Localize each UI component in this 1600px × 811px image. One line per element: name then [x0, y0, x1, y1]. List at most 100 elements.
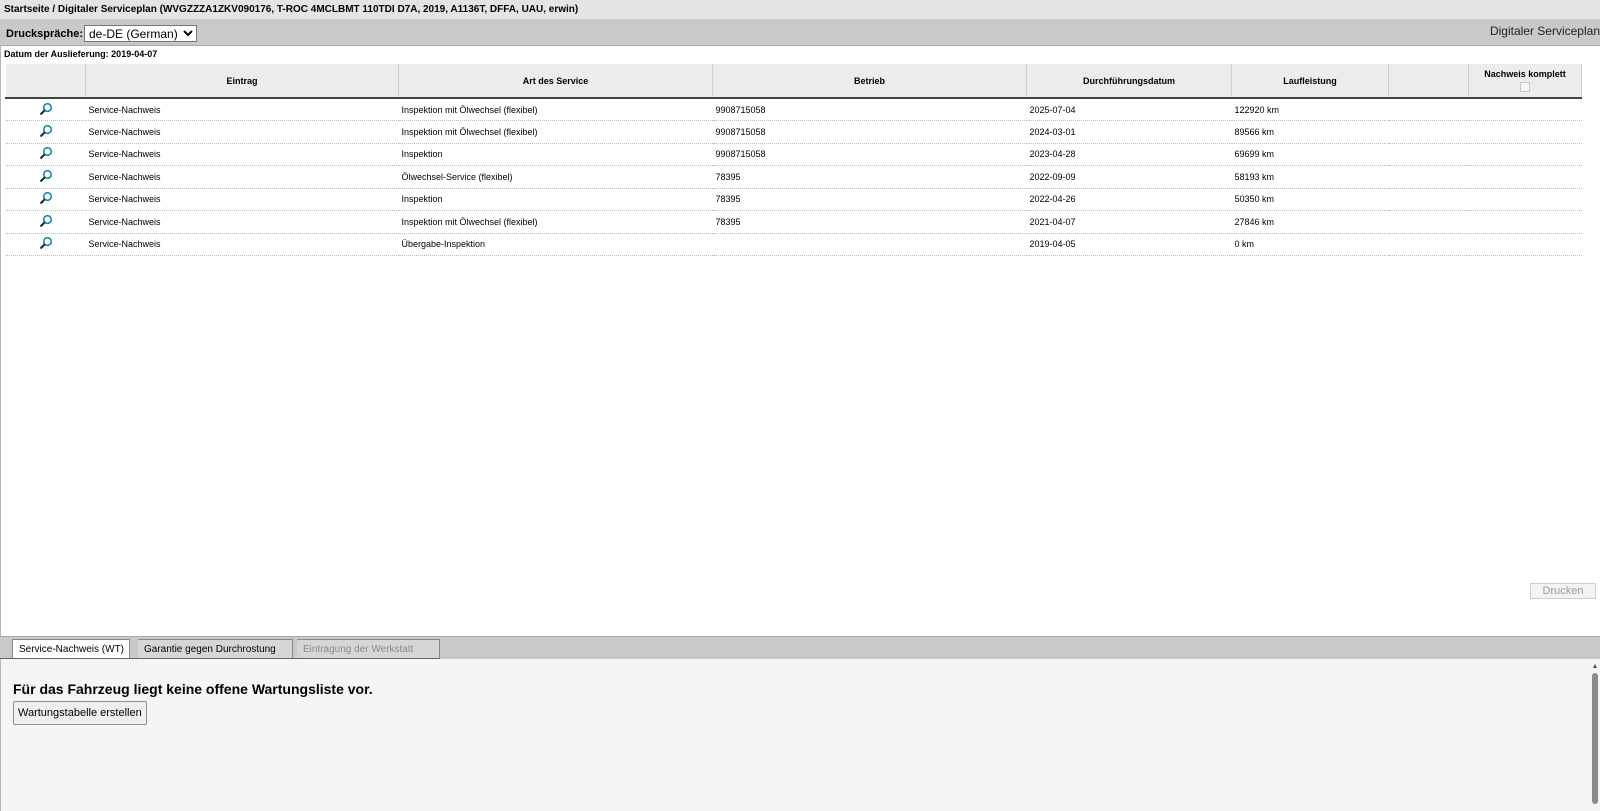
view-details-button[interactable]: [5, 188, 86, 211]
view-details-button[interactable]: [5, 143, 86, 166]
cell-date: 2023-04-28: [1026, 143, 1232, 166]
cell-date: 2022-04-26: [1026, 188, 1232, 211]
col-header-workshop[interactable]: Betrieb: [712, 64, 1027, 99]
table-row[interactable]: Service-Nachweis Inspektion 78395 2022-04-2…: [5, 188, 1582, 211]
service-list-area: Datum der Auslieferung: 2019-04-07 Eintr…: [0, 46, 1600, 636]
cell-proof-complete: [1468, 188, 1582, 211]
cell-service-type: Inspektion: [398, 188, 713, 211]
magnifier-icon: [39, 169, 52, 182]
no-maintenance-message: Für das Fahrzeug liegt keine offene Wart…: [13, 681, 373, 697]
table-row[interactable]: Service-Nachweis Inspektion 9908715058 2023…: [5, 143, 1582, 166]
cell-entry: Service-Nachweis: [85, 233, 399, 256]
cell-mileage: 50350 km: [1231, 188, 1389, 211]
cell-proof-complete: [1468, 143, 1582, 166]
cell-workshop: 78395: [712, 165, 1027, 189]
cell-entry: Service-Nachweis: [85, 165, 399, 189]
magnifier-icon: [39, 214, 52, 227]
cell-blank: [1388, 98, 1469, 121]
table-row[interactable]: Service-Nachweis Ölwechsel-Service (flexi…: [5, 165, 1582, 189]
tab-bar: Service-Nachweis (WT) Garantie gegen Dur…: [0, 636, 1600, 659]
proof-complete-checkbox[interactable]: [1520, 82, 1530, 92]
cell-service-type: Inspektion mit Ölwechsel (flexibel): [398, 98, 713, 121]
magnifier-icon: [39, 147, 52, 160]
cell-proof-complete: [1468, 210, 1582, 234]
table-row[interactable]: Service-Nachweis Übergabe-Inspektion 2019-…: [5, 233, 1582, 256]
cell-entry: Service-Nachweis: [85, 210, 399, 234]
magnifier-icon: [39, 102, 52, 115]
col-header-entry[interactable]: Eintrag: [85, 64, 399, 99]
table-row[interactable]: Service-Nachweis Inspektion mit Ölwechsel…: [5, 210, 1582, 234]
proof-complete-label: Nachweis komplett: [1484, 69, 1566, 79]
view-details-button[interactable]: [5, 98, 86, 121]
table-header-row: Eintrag Art des Service Betrieb Durchfüh…: [5, 64, 1582, 99]
cell-mileage: 27846 km: [1231, 210, 1389, 234]
cell-mileage: 122920 km: [1231, 98, 1389, 121]
col-header-service-type[interactable]: Art des Service: [398, 64, 713, 99]
cell-blank: [1388, 120, 1469, 144]
cell-proof-complete: [1468, 120, 1582, 144]
cell-entry: Service-Nachweis: [85, 143, 399, 166]
toolbar: Druckspräche: de-DE (German) Digitaler S…: [0, 20, 1600, 46]
cell-date: 2021-04-07: [1026, 210, 1232, 234]
panel-scrollbar[interactable]: ▲ ▼: [1590, 663, 1600, 811]
cell-date: 2025-07-04: [1026, 98, 1232, 121]
cell-workshop: [712, 233, 1027, 256]
cell-blank: [1388, 143, 1469, 166]
tab-rust-warranty[interactable]: Garantie gegen Durchrostung: [138, 639, 293, 658]
cell-service-type: Inspektion mit Ölwechsel (flexibel): [398, 120, 713, 144]
cell-mileage: 89566 km: [1231, 120, 1389, 144]
cell-service-type: Inspektion mit Ölwechsel (flexibel): [398, 210, 713, 234]
col-header-proof-complete: Nachweis komplett: [1468, 64, 1582, 99]
col-header-blank: [1388, 64, 1469, 99]
create-maintenance-table-button[interactable]: Wartungstabelle erstellen: [13, 701, 147, 725]
cell-blank: [1388, 165, 1469, 189]
cell-workshop: 78395: [712, 188, 1027, 211]
cell-mileage: 69699 km: [1231, 143, 1389, 166]
cell-mileage: 58193 km: [1231, 165, 1389, 189]
magnifier-icon: [39, 124, 52, 137]
scroll-thumb[interactable]: [1592, 673, 1598, 804]
cell-proof-complete: [1468, 233, 1582, 256]
col-header-icon: [5, 64, 86, 99]
view-details-button[interactable]: [5, 165, 86, 189]
cell-proof-complete: [1468, 165, 1582, 189]
tab-service-proof[interactable]: Service-Nachweis (WT): [12, 639, 130, 658]
view-details-button[interactable]: [5, 120, 86, 144]
view-details-button[interactable]: [5, 210, 86, 234]
cell-service-type: Übergabe-Inspektion: [398, 233, 713, 256]
view-details-button[interactable]: [5, 233, 86, 256]
cell-workshop: 9908715058: [712, 120, 1027, 144]
cell-proof-complete: [1468, 98, 1582, 121]
cell-workshop: 9908715058: [712, 98, 1027, 121]
cell-service-type: Inspektion: [398, 143, 713, 166]
cell-workshop: 9908715058: [712, 143, 1027, 166]
scroll-up-icon[interactable]: ▲: [1590, 663, 1600, 671]
cell-blank: [1388, 188, 1469, 211]
cell-date: 2019-04-05: [1026, 233, 1232, 256]
table-row[interactable]: Service-Nachweis Inspektion mit Ölwechsel…: [5, 98, 1582, 121]
app-title: Digitaler Serviceplan: [1489, 24, 1600, 38]
maintenance-panel: Für das Fahrzeug liegt keine offene Wart…: [0, 659, 1600, 811]
cell-service-type: Ölwechsel-Service (flexibel): [398, 165, 713, 189]
cell-mileage: 0 km: [1231, 233, 1389, 256]
cell-entry: Service-Nachweis: [85, 120, 399, 144]
col-header-date[interactable]: Durchführungsdatum: [1026, 64, 1232, 99]
cell-entry: Service-Nachweis: [85, 188, 399, 211]
col-header-mileage[interactable]: Laufleistung: [1231, 64, 1389, 99]
cell-entry: Service-Nachweis: [85, 98, 399, 121]
service-table: Eintrag Art des Service Betrieb Durchfüh…: [5, 64, 1582, 256]
cell-blank: [1388, 233, 1469, 256]
delivery-date: Datum der Auslieferung: 2019-04-07: [4, 49, 158, 59]
cell-blank: [1388, 210, 1469, 234]
print-language-select[interactable]: de-DE (German): [84, 25, 197, 42]
print-language-label: Druckspräche:: [6, 28, 84, 40]
breadcrumb: Startseite / Digitaler Serviceplan (WVGZ…: [0, 0, 1600, 20]
table-row[interactable]: Service-Nachweis Inspektion mit Ölwechsel…: [5, 120, 1582, 144]
cell-date: 2024-03-01: [1026, 120, 1232, 144]
magnifier-icon: [39, 237, 52, 250]
cell-date: 2022-09-09: [1026, 165, 1232, 189]
tab-workshop-entry: Eintragung der Werkstatt: [297, 639, 440, 658]
cell-workshop: 78395: [712, 210, 1027, 234]
magnifier-icon: [39, 192, 52, 205]
print-button[interactable]: Drucken: [1530, 583, 1596, 599]
